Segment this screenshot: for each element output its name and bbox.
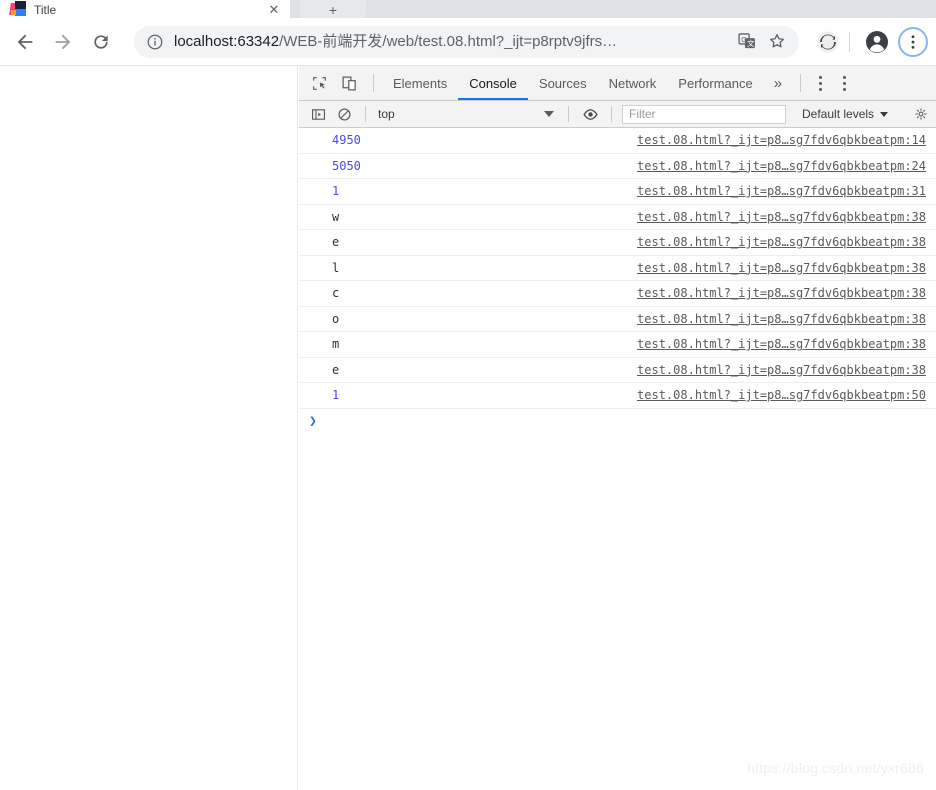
console-log-message: o (332, 311, 340, 326)
clear-console-icon[interactable] (331, 103, 357, 125)
console-log-list[interactable]: 4950 test.08.html?_ijt=p8…sg7fdv6qbkbeatp… (299, 128, 936, 790)
settings-gear-icon[interactable] (910, 104, 932, 124)
console-log-message: w (332, 209, 340, 224)
console-log-source-link[interactable]: test.08.html?_ijt=p8…sg7fdv6qbkbeatpm:38 (637, 286, 926, 300)
console-log-row[interactable]: e test.08.html?_ijt=p8…sg7fdv6qbkbeatpm:3… (299, 230, 936, 256)
console-log-row[interactable]: 1 test.08.html?_ijt=p8…sg7fdv6qbkbeatpm:5… (299, 383, 936, 409)
execution-context-selector[interactable]: top (374, 107, 560, 121)
console-log-message: e (332, 235, 340, 250)
devtools-tabbar: Elements Console Sources Network Perform… (299, 66, 936, 101)
url-host: localhost:63342 (174, 32, 280, 50)
chevron-down-icon-levels (880, 111, 889, 117)
console-filter-bar: top Filter Default levels (299, 101, 936, 128)
console-log-row[interactable]: c test.08.html?_ijt=p8…sg7fdv6qbkbeatpm:3… (299, 281, 936, 307)
console-log-source-link[interactable]: test.08.html?_ijt=p8…sg7fdv6qbkbeatpm:38 (637, 312, 926, 326)
execution-context-label: top (378, 107, 395, 121)
console-log-row[interactable]: 4950 test.08.html?_ijt=p8…sg7fdv6qbkbeatp… (299, 128, 936, 154)
filterbar-divider-3 (611, 106, 612, 122)
log-levels-label: Default levels (802, 107, 875, 121)
prompt-arrow-icon: ❯ (309, 414, 317, 429)
tab-console[interactable]: Console (458, 66, 528, 100)
console-log-row[interactable]: 1 test.08.html?_ijt=p8…sg7fdv6qbkbeatpm:3… (299, 179, 936, 205)
console-log-row[interactable]: w test.08.html?_ijt=p8…sg7fdv6qbkbeatpm:3… (299, 205, 936, 230)
tab-performance[interactable]: Performance (667, 66, 763, 100)
filterbar-divider-1 (365, 106, 366, 122)
console-log-message: e (332, 362, 340, 377)
console-log-source-link[interactable]: test.08.html?_ijt=p8…sg7fdv6qbkbeatpm:38 (637, 337, 926, 351)
console-log-row[interactable]: 5050 test.08.html?_ijt=p8…sg7fdv6qbkbeatp… (299, 154, 936, 179)
console-log-row[interactable]: o test.08.html?_ijt=p8…sg7fdv6qbkbeatpm:3… (299, 307, 936, 332)
console-prompt[interactable]: ❯ (299, 409, 936, 435)
toolbar-divider (849, 31, 850, 52)
profile-avatar-icon[interactable] (862, 27, 892, 57)
log-levels-selector[interactable]: Default levels (802, 107, 889, 121)
address-bar-text: localhost:63342/WEB-前端开发/web/test.08.htm… (174, 32, 729, 52)
console-log-message: 5050 (332, 158, 361, 173)
console-log-source-link[interactable]: test.08.html?_ijt=p8…sg7fdv6qbkbeatpm:24 (637, 159, 926, 173)
console-log-source-link[interactable]: test.08.html?_ijt=p8…sg7fdv6qbkbeatpm:38 (637, 261, 926, 275)
translate-icon[interactable]: G 文 (737, 31, 759, 53)
tabbar-divider (373, 74, 374, 92)
filter-input[interactable]: Filter (622, 104, 786, 124)
site-info-icon[interactable] (146, 33, 164, 51)
svg-text:文: 文 (747, 38, 755, 48)
device-toolbar-icon[interactable] (335, 70, 363, 96)
tabbar-divider-right (800, 74, 802, 92)
reload-icon[interactable] (84, 25, 118, 59)
console-log-message: 1 (332, 388, 340, 403)
console-log-row[interactable]: l test.08.html?_ijt=p8…sg7fdv6qbkbeatpm:3… (299, 256, 936, 281)
console-log-row[interactable]: e test.08.html?_ijt=p8…sg7fdv6qbkbeatpm:3… (299, 358, 936, 383)
console-log-message: 4950 (332, 133, 361, 148)
console-log-source-link[interactable]: test.08.html?_ijt=p8…sg7fdv6qbkbeatpm:31 (637, 184, 926, 198)
forward-arrow-icon[interactable] (46, 25, 80, 59)
chevron-down-icon (544, 111, 554, 117)
inspect-element-icon[interactable] (305, 70, 333, 96)
more-tabs-button[interactable]: » (764, 66, 792, 100)
live-expression-eye-icon[interactable] (577, 103, 603, 125)
browser-toolbar: localhost:63342/WEB-前端开发/web/test.08.htm… (0, 18, 936, 66)
page-viewport (0, 66, 298, 790)
tab-network[interactable]: Network (598, 66, 668, 100)
url-path: /WEB-前端开发/web/test.08.html?_ijt=p8rptv9j… (279, 32, 618, 50)
console-log-source-link[interactable]: test.08.html?_ijt=p8…sg7fdv6qbkbeatpm:38 (637, 235, 926, 249)
back-arrow-icon[interactable] (8, 25, 42, 59)
console-log-source-link[interactable]: test.08.html?_ijt=p8…sg7fdv6qbkbeatpm:38 (637, 210, 926, 224)
devtools-menu-icon[interactable] (809, 70, 831, 96)
console-log-source-link[interactable]: test.08.html?_ijt=p8…sg7fdv6qbkbeatpm:50 (637, 388, 926, 402)
new-tab-button[interactable]: + (300, 0, 366, 18)
webstorm-icon (9, 1, 26, 17)
watermark: https://blog.csdn.net/yxr686 (747, 760, 924, 776)
console-log-row[interactable]: m test.08.html?_ijt=p8…sg7fdv6qbkbeatpm:3… (299, 332, 936, 358)
browser-tab[interactable]: Title ✕ (0, 0, 290, 18)
devtools-panel: Elements Console Sources Network Perform… (299, 66, 936, 790)
console-log-message: m (332, 337, 340, 352)
sync-extension-icon[interactable] (813, 27, 843, 57)
tab-sources[interactable]: Sources (528, 66, 598, 100)
tab-title: Title (34, 3, 57, 17)
close-icon[interactable]: ✕ (266, 3, 282, 17)
address-bar[interactable]: localhost:63342/WEB-前端开发/web/test.08.htm… (134, 25, 799, 58)
tab-elements[interactable]: Elements (382, 66, 458, 100)
bookmark-star-icon[interactable] (767, 31, 789, 53)
console-log-message: l (332, 260, 340, 275)
console-log-source-link[interactable]: test.08.html?_ijt=p8…sg7fdv6qbkbeatpm:14 (637, 133, 926, 147)
tab-strip: Title ✕ + (0, 0, 936, 18)
console-log-message: c (332, 286, 340, 301)
devtools-menu-overflow-icon[interactable] (833, 70, 855, 96)
console-log-source-link[interactable]: test.08.html?_ijt=p8…sg7fdv6qbkbeatpm:38 (637, 363, 926, 377)
three-dot-menu-icon[interactable] (898, 26, 928, 57)
console-sidebar-icon[interactable] (305, 103, 331, 125)
filterbar-divider-2 (568, 106, 569, 122)
console-log-message: 1 (332, 184, 340, 199)
browser-window: Title ✕ + localhost:63342/WEB-前端开发/web/t… (0, 0, 936, 790)
